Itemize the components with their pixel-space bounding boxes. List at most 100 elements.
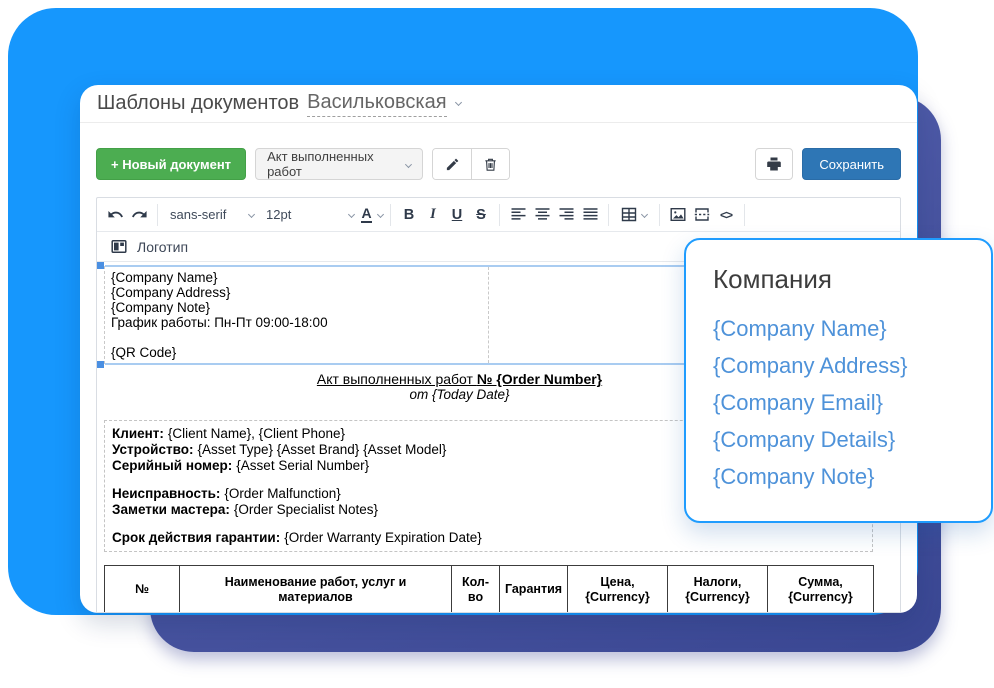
toolbar-divider <box>390 203 391 226</box>
field-value: {Order Malfunction} <box>224 486 341 501</box>
field-label: Неисправность: <box>112 486 221 501</box>
col-sum: Сумма, {Currency} <box>767 565 874 612</box>
new-document-button[interactable]: + Новый документ <box>96 148 247 180</box>
pencil-icon <box>445 157 460 172</box>
align-left-button[interactable] <box>506 202 530 228</box>
print-button[interactable] <box>755 148 794 180</box>
align-justify-icon <box>583 208 598 221</box>
company-line: График работы: Пн-Пт 09:00-18:00 <box>111 315 328 330</box>
field-value: {Client Name}, {Client Phone} <box>167 426 346 441</box>
works-table-header-row: № Наименование работ, услуг и материалов … <box>104 565 874 612</box>
variables-popup: Компания {Company Name} {Company Address… <box>684 238 993 523</box>
chevron-down-icon <box>405 160 413 168</box>
col-warranty: Гарантия <box>499 565 568 612</box>
page-break-icon <box>694 207 710 222</box>
align-left-icon <box>511 208 526 221</box>
strikethrough-button[interactable]: S <box>469 202 493 228</box>
font-size-select[interactable]: 12pt <box>260 202 360 228</box>
chevron-down-icon <box>454 98 462 106</box>
field-value: {Order Specialist Notes} <box>233 502 378 517</box>
align-center-button[interactable] <box>530 202 554 228</box>
variable-company-details[interactable]: {Company Details} <box>713 421 964 458</box>
code-view-button[interactable]: <> <box>714 202 738 228</box>
field-value: {Asset Type} {Asset Brand} {Asset Model} <box>197 442 447 457</box>
insert-table-button[interactable] <box>615 202 653 228</box>
undo-button[interactable] <box>103 202 127 228</box>
editor-toolbar: sans-serif 12pt A B I U S <> <box>97 198 900 232</box>
delete-template-button[interactable] <box>471 149 510 179</box>
table-drag-handle[interactable] <box>97 361 104 368</box>
trash-icon <box>483 157 498 172</box>
printer-icon <box>766 156 782 172</box>
field-value: {Asset Serial Number} <box>236 458 370 473</box>
document-title-text: Акт выполненных работ <box>316 371 477 387</box>
font-family-value: sans-serif <box>170 207 227 222</box>
popup-title: Компания <box>713 264 832 294</box>
field-label: Срок действия гарантии: <box>112 530 281 545</box>
order-number-placeholder: № {Order Number} <box>476 371 603 387</box>
chevron-down-icon <box>247 210 256 219</box>
align-justify-button[interactable] <box>578 202 602 228</box>
chevron-down-icon <box>640 210 649 219</box>
page-title: Шаблоны документов <box>97 92 300 114</box>
works-table[interactable]: № Наименование работ, услуг и материалов … <box>104 565 874 612</box>
template-edit-group <box>432 148 511 180</box>
logo-layout-icon <box>111 239 127 254</box>
company-info-cell[interactable]: {Company Name} {Company Address} {Compan… <box>105 267 489 363</box>
field-label: Серийный номер: <box>112 458 233 473</box>
page-break-button[interactable] <box>690 202 714 228</box>
italic-button[interactable]: I <box>421 202 445 228</box>
field-label: Устройство: <box>112 442 194 457</box>
toolbar-divider <box>157 203 158 226</box>
variable-company-note[interactable]: {Company Note} <box>713 458 964 495</box>
redo-icon <box>131 206 148 223</box>
undo-icon <box>107 206 124 223</box>
field-label: Заметки мастера: <box>112 502 230 517</box>
chevron-down-icon <box>347 210 356 219</box>
field-line: Срок действия гарантии: {Order Warranty E… <box>112 530 865 546</box>
col-name: Наименование работ, услуг и материалов <box>179 565 452 612</box>
align-center-icon <box>535 208 550 221</box>
window-header: Шаблоны документов Васильковская <box>80 85 917 123</box>
table-icon <box>621 207 637 222</box>
toolbar-divider <box>499 203 500 226</box>
variable-company-address[interactable]: {Company Address} <box>713 347 964 384</box>
text-color-button[interactable]: A <box>360 202 384 228</box>
col-taxes: Налоги, {Currency} <box>667 565 768 612</box>
action-toolbar: + Новый документ Акт выполненных работ С… <box>96 148 901 180</box>
col-price: Цена, {Currency} <box>567 565 668 612</box>
toolbar-divider <box>608 203 609 226</box>
toolbar-divider <box>659 203 660 226</box>
template-select[interactable]: Акт выполненных работ <box>255 148 424 180</box>
company-line: {Company Address} <box>111 285 231 300</box>
company-line: {Company Name} <box>111 270 218 285</box>
table-drag-handle[interactable] <box>97 262 104 269</box>
qr-code-placeholder: {QR Code} <box>111 345 177 360</box>
font-size-value: 12pt <box>266 207 292 222</box>
template-select-value: Акт выполненных работ <box>267 149 374 179</box>
toolbar-divider <box>744 203 745 226</box>
edit-template-button[interactable] <box>433 149 472 179</box>
variable-company-email[interactable]: {Company Email} <box>713 384 964 421</box>
chevron-down-icon <box>376 210 384 219</box>
col-number: № <box>104 565 180 612</box>
insert-image-button[interactable] <box>666 202 690 228</box>
save-button[interactable]: Сохранить <box>802 148 901 180</box>
field-value: {Order Warranty Expiration Date} <box>284 530 482 545</box>
company-line: {Company Note} <box>111 300 211 315</box>
bold-button[interactable]: B <box>397 202 421 228</box>
insert-logo-button[interactable]: Логотип <box>103 234 196 260</box>
align-right-icon <box>559 208 574 221</box>
page: Шаблоны документов Васильковская + Новый… <box>0 0 994 688</box>
redo-button[interactable] <box>127 202 151 228</box>
image-icon <box>670 207 686 222</box>
variable-company-name[interactable]: {Company Name} <box>713 310 964 347</box>
underline-button[interactable]: U <box>445 202 469 228</box>
col-qty: Кол-во <box>451 565 500 612</box>
text-color-icon: A <box>361 205 372 223</box>
insert-logo-label: Логотип <box>137 238 189 255</box>
align-right-button[interactable] <box>554 202 578 228</box>
branch-selector[interactable]: Васильковская <box>307 91 447 117</box>
font-family-select[interactable]: sans-serif <box>164 202 260 228</box>
